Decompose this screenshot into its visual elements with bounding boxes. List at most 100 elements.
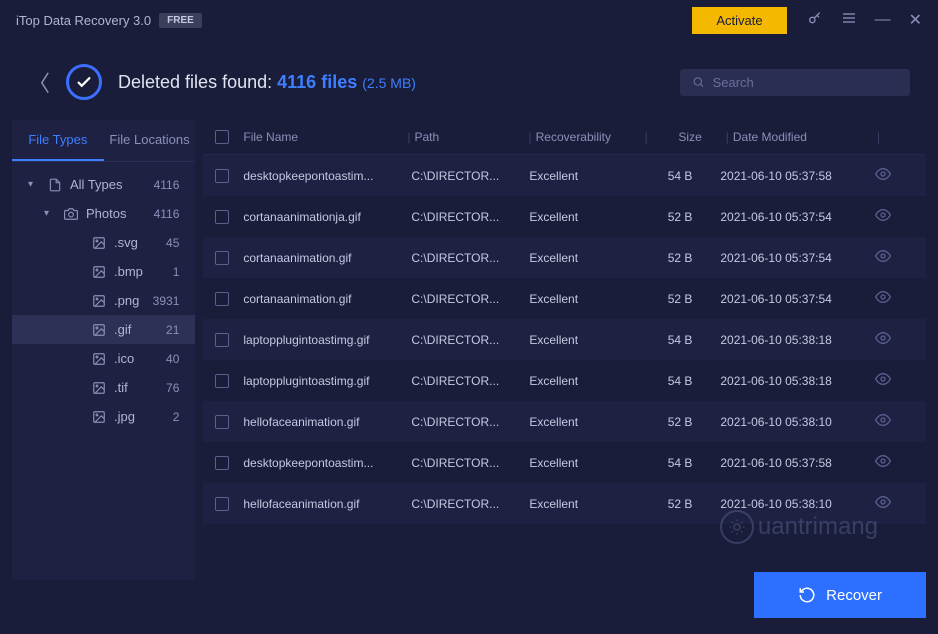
cell-path: C:\DIRECTOR... (411, 169, 521, 183)
table-row[interactable]: cortanaanimation.gifC:\DIRECTOR...Excell… (203, 278, 926, 319)
cell-path: C:\DIRECTOR... (411, 415, 521, 429)
cell-recoverability: Excellent (529, 210, 634, 224)
cell-recoverability: Excellent (529, 374, 634, 388)
cell-date: 2021-06-10 05:38:10 (720, 497, 860, 511)
file-list: File Name| Path| Recoverability| Size| D… (195, 120, 926, 580)
row-checkbox[interactable] (215, 456, 229, 470)
image-icon (90, 381, 108, 395)
caret-icon: ▾ (44, 208, 56, 219)
tree-label: .ico (114, 351, 166, 366)
col-date[interactable]: Date Modified (733, 130, 873, 144)
preview-icon[interactable] (875, 294, 891, 308)
file-icon (46, 178, 64, 192)
cell-size: 52 B (642, 251, 712, 265)
found-count: 4116 (277, 72, 316, 92)
image-icon (90, 323, 108, 337)
app-title: iTop Data Recovery 3.0 (16, 13, 151, 28)
preview-icon[interactable] (875, 171, 891, 185)
check-icon (66, 64, 102, 100)
preview-icon[interactable] (875, 458, 891, 472)
image-icon (90, 352, 108, 366)
file-type-tree: ▾All Types4116▾Photos4116.svg45.bmp1.png… (12, 162, 195, 439)
tree-count: 4116 (154, 207, 180, 221)
row-checkbox[interactable] (215, 210, 229, 224)
image-icon (90, 294, 108, 308)
tree-item[interactable]: .ico40 (12, 344, 195, 373)
tree-item[interactable]: ▾ Photos4116 (12, 199, 195, 228)
table-row[interactable]: hellofaceanimation.gif C:\DIRECTOR... Exce… (203, 401, 926, 442)
cell-filename: desktopkeepontoastim... (243, 456, 403, 470)
table-row[interactable]: desktopkeepontoastim...C:\DIRECTOR...Exc… (203, 442, 926, 483)
tree-item[interactable]: .svg45 (12, 228, 195, 257)
row-checkbox[interactable] (215, 169, 229, 183)
tree-count: 4116 (154, 178, 180, 192)
tree-item[interactable]: .png3931 (12, 286, 195, 315)
cell-date: 2021-06-10 05:38:10 (720, 415, 860, 429)
tree-count: 76 (166, 381, 179, 395)
image-icon (90, 410, 108, 424)
cell-recoverability: Excellent (529, 415, 634, 429)
titlebar: iTop Data Recovery 3.0 FREE Activate — ✕ (0, 0, 938, 40)
preview-icon[interactable] (875, 499, 891, 513)
found-text: Deleted files found: 4116 files (2.5 MB) (118, 72, 416, 93)
col-filename[interactable]: File Name (243, 130, 403, 144)
tree-label: All Types (70, 177, 154, 192)
search-input[interactable] (713, 75, 898, 90)
preview-icon[interactable] (875, 417, 891, 431)
key-icon[interactable] (807, 10, 823, 31)
table-row[interactable]: hellofaceanimation.gifC:\DIRECTOR...Exce… (203, 483, 926, 524)
minimize-icon[interactable]: — (875, 11, 891, 29)
cell-path: C:\DIRECTOR... (411, 333, 521, 347)
tree-item[interactable]: .bmp1 (12, 257, 195, 286)
tree-label: .gif (114, 322, 166, 337)
cell-size: 54 B (642, 169, 712, 183)
tab-file-types[interactable]: File Types (12, 120, 104, 161)
cell-filename: hellofaceanimation.gif (243, 415, 403, 429)
table-row[interactable]: desktopkeepontoastim...C:\DIRECTOR...Exc… (203, 155, 926, 196)
table-row[interactable]: cortanaanimationja.gifC:\DIRECTOR...Exce… (203, 196, 926, 237)
col-path[interactable]: Path (415, 130, 525, 144)
activate-button[interactable]: Activate (692, 7, 786, 34)
select-all-checkbox[interactable] (215, 130, 229, 144)
table-row[interactable]: laptopplugintoastimg.gifC:\DIRECTOR...Ex… (203, 360, 926, 401)
row-checkbox[interactable] (215, 251, 229, 265)
preview-icon[interactable] (875, 376, 891, 390)
tree-item[interactable]: .jpg2 (12, 402, 195, 431)
tab-file-locations[interactable]: File Locations (104, 120, 196, 161)
preview-icon[interactable] (875, 253, 891, 267)
row-checkbox[interactable] (215, 374, 229, 388)
tree-item[interactable]: .tif76 (12, 373, 195, 402)
cell-recoverability: Excellent (529, 333, 634, 347)
tree-count: 40 (166, 352, 179, 366)
close-icon[interactable]: ✕ (909, 10, 922, 30)
col-recoverability[interactable]: Recoverability (536, 130, 641, 144)
caret-icon: ▾ (28, 179, 40, 190)
search-icon (692, 75, 705, 89)
row-checkbox[interactable] (215, 497, 229, 511)
row-checkbox[interactable] (215, 292, 229, 306)
found-label: Deleted files found: (118, 72, 272, 92)
cell-filename: hellofaceanimation.gif (243, 497, 403, 511)
preview-icon[interactable] (875, 212, 891, 226)
search-box[interactable] (680, 69, 910, 96)
cell-recoverability: Excellent (529, 251, 634, 265)
image-icon (90, 265, 108, 279)
row-checkbox[interactable] (215, 333, 229, 347)
table-row[interactable]: cortanaanimation.gifC:\DIRECTOR...Excell… (203, 237, 926, 278)
menu-icon[interactable] (841, 10, 857, 31)
tree-item[interactable]: ▾ All Types4116 (12, 170, 195, 199)
preview-icon[interactable] (875, 335, 891, 349)
tree-label: Photos (86, 206, 154, 221)
cell-size: 52 B (642, 292, 712, 306)
table-body: desktopkeepontoastim... C:\DIRECTOR... Exc… (203, 155, 926, 524)
cell-path: C:\DIRECTOR... (411, 292, 521, 306)
table-header: File Name| Path| Recoverability| Size| D… (203, 120, 926, 155)
col-size[interactable]: Size (652, 130, 722, 144)
cell-recoverability: Excellent (529, 497, 634, 511)
cell-recoverability: Excellent (529, 456, 634, 470)
recover-button[interactable]: Recover (754, 572, 926, 618)
tree-item[interactable]: .gif21 (12, 315, 195, 344)
table-row[interactable]: laptopplugintoastimg.gifC:\DIRECTOR...Ex… (203, 319, 926, 360)
row-checkbox[interactable] (215, 415, 229, 429)
back-button[interactable]: 〈 (28, 66, 50, 98)
